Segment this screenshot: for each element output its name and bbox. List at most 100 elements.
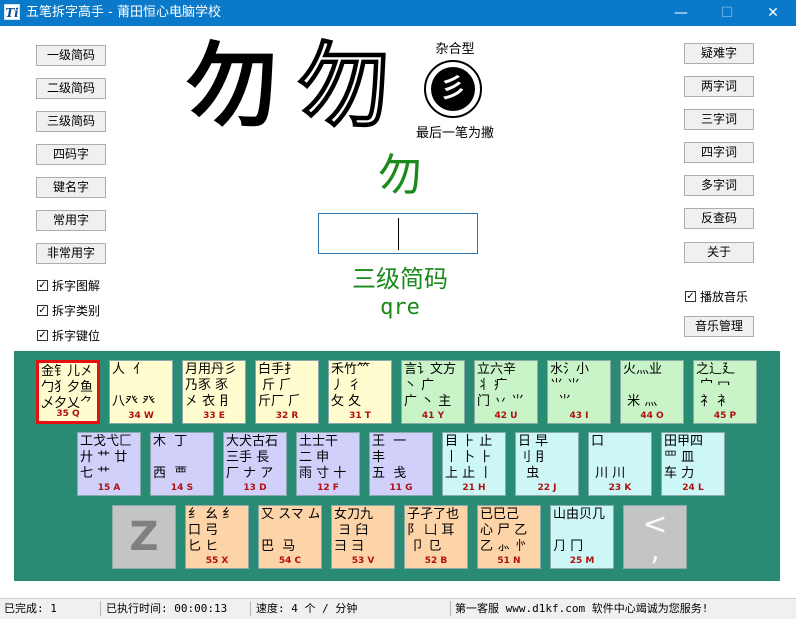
key-comma[interactable]: < , <box>623 505 687 569</box>
key-b[interactable]: 子孑了也 阝 凵 耳 卩 ⺋ 52 B <box>404 505 468 569</box>
key-q[interactable]: 金钅儿㐅 勹犭夕鱼 乄夕乂⺈ 35 Q <box>36 360 100 424</box>
key-f[interactable]: 土士干 二 申 雨 寸 十 12 F <box>296 432 360 496</box>
four-char-word-button[interactable]: 四字词 <box>684 142 754 163</box>
reverse-lookup-button[interactable]: 反查码 <box>684 208 754 229</box>
status-speed: 速度: 4 个 / 分钟 <box>256 602 358 615</box>
three-char-word-button[interactable]: 三字词 <box>684 109 754 130</box>
key-label: 14 S <box>170 483 194 493</box>
key-e[interactable]: 月用丹彡 乃豕 豕 㐅 衣 ⺝ 33 E <box>182 360 246 424</box>
key-x[interactable]: 纟 幺 纟 口 弓 匕 ヒ 55 X <box>185 505 249 569</box>
key-radicals: 月用丹彡 乃豕 豕 㐅 衣 ⺝ <box>185 362 238 409</box>
key-radicals: 王 一 丰 五 戋 <box>372 434 407 481</box>
about-button[interactable]: 关于 <box>684 242 754 263</box>
key-i[interactable]: 水氵小 ⺌ ⺌ ⺌ 43 I <box>547 360 611 424</box>
last-stroke-label: 最后一笔为撇 <box>415 126 494 141</box>
level3-shortcode-button[interactable]: 三级简码 <box>36 111 106 132</box>
checkbox-mark: ✓ <box>685 291 696 302</box>
key-j[interactable]: 日 早 刂 ⺝ 虫 22 J <box>515 432 579 496</box>
key-label: 43 I <box>569 411 589 421</box>
key-label: 35 Q <box>56 409 80 419</box>
character-outline: 勿 <box>297 31 391 141</box>
difficult-char-button[interactable]: 疑难字 <box>684 43 754 64</box>
key-o[interactable]: 火灬业 米 灬 44 O <box>620 360 684 424</box>
key-label: 11 G <box>389 483 413 493</box>
two-char-word-button[interactable]: 两字词 <box>684 76 754 97</box>
key-c[interactable]: 又 スマ ム 巴 马 54 C <box>258 505 322 569</box>
key-label: 53 V <box>351 556 375 566</box>
key-radicals: 口 川 川 <box>591 434 626 481</box>
status-site: 第一客服 www.d1kf.com 软件中心竭诚为您服务! <box>455 602 709 615</box>
key-label: 44 O <box>640 411 664 421</box>
key-m[interactable]: 山由贝几 ⺆ 冂 25 M <box>550 505 614 569</box>
key-p[interactable]: 之辶廴 宀 冖 礻 衤 45 P <box>693 360 757 424</box>
wubi-keyboard: 金钅儿㐅 勹犭夕鱼 乄夕乂⺈ 35 Q 人 亻 八癶 癶 34 W 月用丹彡 乃… <box>14 351 780 581</box>
multi-char-word-button[interactable]: 多字词 <box>684 175 754 196</box>
key-l[interactable]: 田甲四 罒 皿 车 力 24 L <box>661 432 725 496</box>
key-radicals: 山由贝几 ⺆ 冂 <box>553 507 606 554</box>
four-code-char-button[interactable]: 四码字 <box>36 144 106 165</box>
key-radicals: 立六辛 丬 疒 门 丷 ⺌ <box>477 362 525 409</box>
key-g[interactable]: 王 一 丰 五 戋 11 G <box>369 432 433 496</box>
music-manage-button[interactable]: 音乐管理 <box>684 316 754 337</box>
key-label: 25 M <box>569 556 595 566</box>
character-solid: 勿 <box>186 32 279 140</box>
key-h[interactable]: 目 ⺊ 止 丨 卜 ⺊ 上 止 丨 21 H <box>442 432 506 496</box>
key-d[interactable]: 大犬古石 三手 長 厂 ナ ア 13 D <box>223 432 287 496</box>
checkbox-label: 播放音乐 <box>700 290 749 304</box>
status-divider <box>100 601 101 616</box>
key-k[interactable]: 口 川 川 23 K <box>588 432 652 496</box>
checkbox-mark: ✓ <box>37 330 48 341</box>
key-s[interactable]: 木 丁 西 覀 14 S <box>150 432 214 496</box>
key-label: 13 D <box>243 483 267 493</box>
code-input[interactable] <box>318 213 478 254</box>
key-r[interactable]: 白手扌 斤 ⺁ 斤厂 ⺁ 32 R <box>255 360 319 424</box>
key-z[interactable]: Z <box>112 505 176 569</box>
key-label: 23 K <box>608 483 632 493</box>
key-y[interactable]: 言讠文方 丶 广 广 丶 主 41 Y <box>401 360 465 424</box>
key-radicals: 田甲四 罒 皿 车 力 <box>664 434 704 481</box>
key-t[interactable]: 禾竹⺮ 丿 彳 攵 夂 31 T <box>328 360 392 424</box>
key-label: 22 J <box>537 483 557 493</box>
key-radicals: 又 スマ ム 巴 马 <box>261 507 319 554</box>
checkbox-label: 拆字图解 <box>52 279 101 293</box>
key-label: 24 L <box>682 483 704 493</box>
key-label: 31 T <box>349 411 371 421</box>
key-v[interactable]: 女刀九 ヨ 臼 彐 ⺕ 53 V <box>331 505 395 569</box>
key-w[interactable]: 人 亻 八癶 癶 34 W <box>109 360 173 424</box>
key-radicals: 白手扌 斤 ⺁ 斤厂 ⺁ <box>258 362 302 409</box>
maximize-button[interactable]: ☐ <box>704 0 750 26</box>
key-label: 55 X <box>205 556 229 566</box>
key-u[interactable]: 立六辛 丬 疒 门 丷 ⺌ 42 U <box>474 360 538 424</box>
status-elapsed: 已执行时间: 00:00:13 <box>106 602 228 615</box>
structure-type-label: 杂合型 <box>435 42 475 57</box>
checkbox-mark: ✓ <box>37 305 48 316</box>
key-a[interactable]: 工戈弋匚 廾 艹 廿 七 艹 15 A <box>77 432 141 496</box>
key-label: 33 E <box>203 411 225 421</box>
key-label: 34 W <box>128 411 154 421</box>
close-button[interactable]: ✕ <box>750 0 796 26</box>
minimize-button[interactable]: — <box>658 0 704 26</box>
checkbox-label: 拆字键位 <box>52 329 101 343</box>
key-label: 45 P <box>713 411 737 421</box>
key-n[interactable]: 已巳己 心 尸 乙 乙 ⺗ 㣺 51 N <box>477 505 541 569</box>
key-radicals: 火灬业 米 灬 <box>623 362 663 409</box>
key-radicals: 木 丁 西 覀 <box>153 434 188 481</box>
key-name-char-button[interactable]: 键名字 <box>36 177 106 198</box>
key-radicals: 金钅儿㐅 勹犭夕鱼 乄夕乂⺈ <box>41 364 94 411</box>
code-value: qre <box>380 295 420 320</box>
app-icon[interactable]: Ti <box>4 4 20 20</box>
key-label: 32 R <box>275 411 299 421</box>
common-char-button[interactable]: 常用字 <box>36 210 106 231</box>
key-label: 52 B <box>424 556 448 566</box>
level1-shortcode-button[interactable]: 一级简码 <box>36 45 106 66</box>
target-character: 勿 <box>378 150 422 201</box>
key-radicals: 已巳己 心 尸 乙 乙 ⺗ 㣺 <box>480 507 528 554</box>
structure-type-glyph: 彡 <box>431 67 475 111</box>
level2-shortcode-button[interactable]: 二级简码 <box>36 78 106 99</box>
uncommon-char-button[interactable]: 非常用字 <box>36 243 106 264</box>
window-title: 五笔拆字高手 - 莆田恒心电脑学校 <box>26 5 221 20</box>
key-radicals: 之辶廴 宀 冖 礻 衤 <box>696 362 736 409</box>
key-radicals: 目 ⺊ 止 丨 卜 ⺊ 上 止 丨 <box>445 434 493 481</box>
key-label: 12 F <box>317 483 339 493</box>
key-label: 51 N <box>497 556 521 566</box>
